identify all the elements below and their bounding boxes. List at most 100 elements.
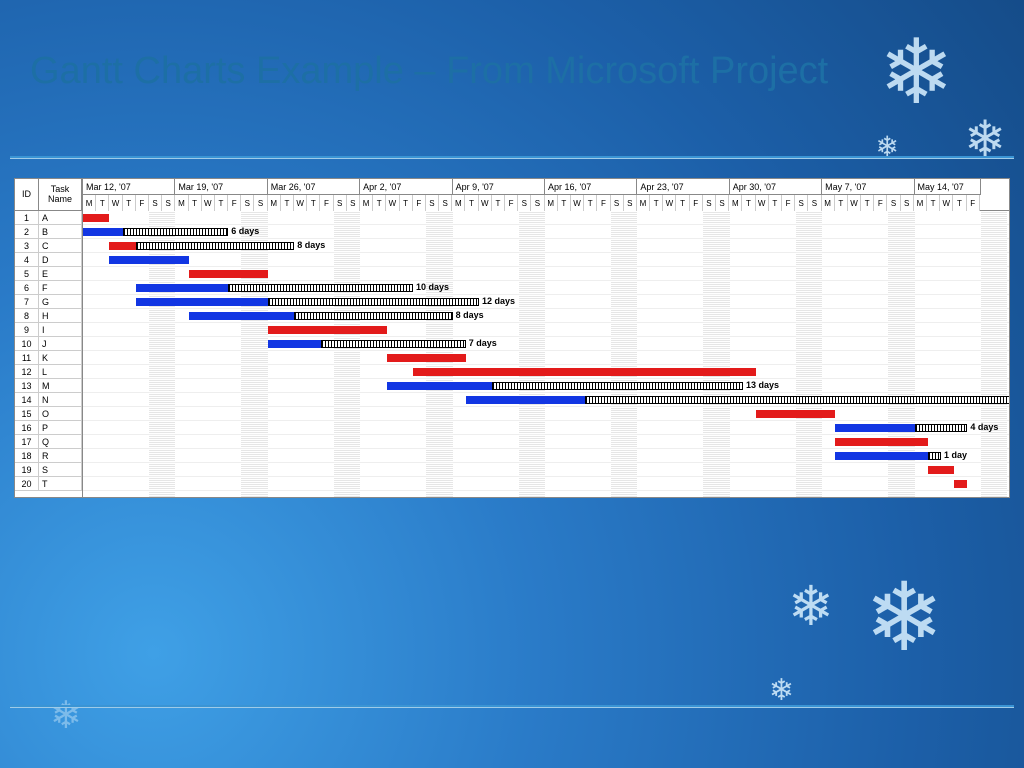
- table-row: 2B: [15, 225, 82, 239]
- day-header: T: [281, 195, 294, 211]
- slack-label: 13 days: [746, 380, 779, 390]
- day-header: M: [452, 195, 465, 211]
- day-header: W: [479, 195, 492, 211]
- snowflake-icon: ❄: [964, 110, 1006, 168]
- day-header: T: [373, 195, 386, 211]
- slack-bar: [268, 298, 479, 306]
- normal-bar: [189, 312, 295, 320]
- day-header: F: [320, 195, 333, 211]
- day-header: W: [663, 195, 676, 211]
- task-name: P: [39, 421, 82, 434]
- day-header: F: [413, 195, 426, 211]
- critical-bar: [928, 466, 954, 474]
- table-row: 6F: [15, 281, 82, 295]
- task-id: 14: [15, 393, 39, 406]
- day-header: S: [426, 195, 439, 211]
- normal-bar: [835, 452, 927, 460]
- gantt-row: 13 days: [83, 379, 1009, 393]
- slack-label: 6 days: [231, 226, 259, 236]
- day-header: S: [334, 195, 347, 211]
- slack-label: 8 days: [297, 240, 325, 250]
- slide-title: Gantt Charts Example – From Microsoft Pr…: [30, 50, 828, 94]
- column-header-taskname: Task Name: [39, 179, 82, 211]
- day-header: M: [822, 195, 835, 211]
- day-header: F: [690, 195, 703, 211]
- gantt-row: [83, 407, 1009, 421]
- day-header: F: [967, 195, 980, 211]
- task-id: 17: [15, 435, 39, 448]
- critical-bar: [756, 410, 835, 418]
- task-id: 7: [15, 295, 39, 308]
- gantt-row: [83, 351, 1009, 365]
- task-name: O: [39, 407, 82, 420]
- gantt-row: 12 days: [83, 295, 1009, 309]
- day-header: W: [202, 195, 215, 211]
- gantt-row: 8 days: [83, 309, 1009, 323]
- gantt-row: 1 day: [83, 449, 1009, 463]
- critical-bar: [268, 326, 387, 334]
- table-row: 15O: [15, 407, 82, 421]
- day-header: F: [782, 195, 795, 211]
- task-id: 8: [15, 309, 39, 322]
- day-header: S: [716, 195, 729, 211]
- task-name: C: [39, 239, 82, 252]
- day-header: F: [874, 195, 887, 211]
- task-name: I: [39, 323, 82, 336]
- day-header: S: [887, 195, 900, 211]
- task-id: 1: [15, 211, 39, 224]
- day-header: S: [901, 195, 914, 211]
- table-row: 4D: [15, 253, 82, 267]
- day-header: M: [729, 195, 742, 211]
- day-header: S: [703, 195, 716, 211]
- table-row: 20T: [15, 477, 82, 491]
- table-row: 3C: [15, 239, 82, 253]
- normal-bar: [83, 228, 123, 236]
- slack-label: 4 days: [970, 422, 998, 432]
- day-header: W: [940, 195, 953, 211]
- slack-bar: [492, 382, 743, 390]
- table-row: 19S: [15, 463, 82, 477]
- week-header: Apr 16, '07: [545, 179, 637, 195]
- day-header: S: [795, 195, 808, 211]
- task-id: 10: [15, 337, 39, 350]
- task-name: J: [39, 337, 82, 350]
- normal-bar: [136, 298, 268, 306]
- snowflake-icon: ❄: [769, 673, 794, 708]
- task-table: ID Task Name 1A2B3C4D5E6F7G8H9I10J11K12L…: [15, 179, 83, 497]
- task-name: G: [39, 295, 82, 308]
- slack-bar: [915, 424, 968, 432]
- week-header: Apr 2, '07: [360, 179, 452, 195]
- gantt-row: [83, 267, 1009, 281]
- gantt-row: [83, 435, 1009, 449]
- table-row: 5E: [15, 267, 82, 281]
- gantt-chart: ID Task Name 1A2B3C4D5E6F7G8H9I10J11K12L…: [14, 178, 1010, 498]
- table-row: 11K: [15, 351, 82, 365]
- day-header: T: [650, 195, 663, 211]
- slack-bar: [928, 452, 941, 460]
- day-header: T: [492, 195, 505, 211]
- week-header: Apr 9, '07: [453, 179, 545, 195]
- table-row: 18R: [15, 449, 82, 463]
- slack-label: 10 days: [416, 282, 449, 292]
- day-header: T: [742, 195, 755, 211]
- task-name: L: [39, 365, 82, 378]
- day-header: M: [83, 195, 96, 211]
- task-id: 20: [15, 477, 39, 490]
- week-header: Apr 23, '07: [637, 179, 729, 195]
- snowflake-icon: ❄: [50, 693, 82, 738]
- day-header: T: [400, 195, 413, 211]
- critical-bar: [109, 242, 135, 250]
- task-name: B: [39, 225, 82, 238]
- day-header: F: [136, 195, 149, 211]
- day-header: W: [848, 195, 861, 211]
- critical-bar: [189, 270, 268, 278]
- task-id: 5: [15, 267, 39, 280]
- table-row: 16P: [15, 421, 82, 435]
- task-name: Q: [39, 435, 82, 448]
- gantt-row: [83, 211, 1009, 225]
- gantt-row: [83, 477, 1009, 491]
- day-header: M: [360, 195, 373, 211]
- task-id: 13: [15, 379, 39, 392]
- day-header: W: [386, 195, 399, 211]
- task-name: F: [39, 281, 82, 294]
